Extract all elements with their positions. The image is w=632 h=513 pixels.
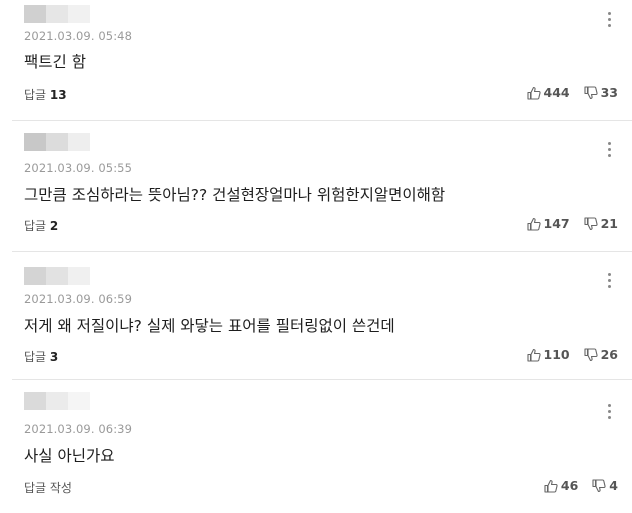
comment-text: 사실 아닌가요 bbox=[24, 447, 115, 465]
reply-label: 답글 bbox=[24, 219, 47, 233]
dislike-button[interactable]: 21 bbox=[584, 216, 618, 231]
vote-group: 110 26 bbox=[526, 347, 618, 362]
comment-timestamp: 2021.03.09. 05:55 bbox=[24, 161, 132, 175]
reply-count: 3 bbox=[49, 350, 59, 364]
comment-item: 2021.03.09. 05:48 팩트긴 함 답글 13 444 33 bbox=[0, 0, 632, 120]
blurred-avatar bbox=[24, 133, 90, 151]
more-options-icon[interactable] bbox=[606, 12, 612, 30]
more-options-icon[interactable] bbox=[606, 404, 612, 422]
dislike-button[interactable]: 33 bbox=[584, 85, 618, 100]
vote-group: 444 33 bbox=[526, 85, 618, 100]
thumbs-down-icon bbox=[584, 85, 598, 99]
reply-button[interactable]: 답글 13 bbox=[24, 86, 67, 103]
comment-text: 팩트긴 함 bbox=[24, 53, 86, 71]
blurred-avatar bbox=[24, 267, 90, 285]
like-button[interactable]: 147 bbox=[526, 216, 570, 231]
blurred-avatar bbox=[24, 5, 90, 23]
thumbs-up-icon bbox=[526, 86, 541, 100]
reply-label: 답글 bbox=[24, 350, 47, 364]
thumbs-down-icon bbox=[592, 478, 606, 492]
like-count: 110 bbox=[543, 347, 570, 362]
like-count: 147 bbox=[543, 216, 570, 231]
dislike-button[interactable]: 26 bbox=[584, 347, 618, 362]
comment-text: 그만큼 조심하라는 뜻아님?? 건설현장얼마나 위험한지알면이해함 bbox=[24, 186, 446, 204]
comment-timestamp: 2021.03.09. 06:59 bbox=[24, 292, 132, 306]
comment-item: 2021.03.09. 06:39 사실 아닌가요 답글 작성 46 4 bbox=[0, 380, 632, 513]
reply-button[interactable]: 답글 3 bbox=[24, 348, 58, 365]
thumbs-down-icon bbox=[584, 216, 598, 230]
dislike-count: 33 bbox=[600, 85, 618, 100]
thumbs-up-icon bbox=[526, 217, 541, 231]
thumbs-up-icon bbox=[526, 348, 541, 362]
comment-timestamp: 2021.03.09. 06:39 bbox=[24, 422, 132, 436]
comment-item: 2021.03.09. 06:59 저게 왜 저질이냐? 실제 와닿는 표어를 … bbox=[0, 252, 632, 378]
reply-label: 답글 작성 bbox=[24, 481, 72, 495]
comment-timestamp: 2021.03.09. 05:48 bbox=[24, 29, 132, 43]
like-button[interactable]: 46 bbox=[544, 478, 578, 493]
like-count: 46 bbox=[560, 478, 579, 493]
thumbs-up-icon bbox=[544, 479, 558, 493]
like-button[interactable]: 444 bbox=[526, 85, 570, 100]
reply-label: 답글 bbox=[24, 88, 47, 102]
reply-button[interactable]: 답글 2 bbox=[24, 217, 58, 234]
like-button[interactable]: 110 bbox=[526, 347, 570, 362]
vote-group: 147 21 bbox=[526, 216, 618, 231]
comment-item: 2021.03.09. 05:55 그만큼 조심하라는 뜻아님?? 건설현장얼마… bbox=[0, 121, 632, 251]
blurred-avatar bbox=[24, 392, 90, 410]
reply-count: 2 bbox=[49, 219, 59, 233]
reply-count: 13 bbox=[49, 88, 67, 102]
thumbs-down-icon bbox=[584, 347, 598, 361]
dislike-count: 21 bbox=[600, 216, 618, 231]
comment-text: 저게 왜 저질이냐? 실제 와닿는 표어를 필터링없이 쓴건데 bbox=[24, 317, 395, 335]
reply-button[interactable]: 답글 작성 bbox=[24, 479, 72, 496]
vote-group: 46 4 bbox=[544, 478, 618, 493]
like-count: 444 bbox=[543, 85, 570, 100]
more-options-icon[interactable] bbox=[606, 142, 612, 160]
dislike-button[interactable]: 4 bbox=[592, 478, 618, 493]
more-options-icon[interactable] bbox=[606, 273, 612, 291]
dislike-count: 26 bbox=[600, 347, 618, 362]
dislike-count: 4 bbox=[609, 478, 618, 493]
